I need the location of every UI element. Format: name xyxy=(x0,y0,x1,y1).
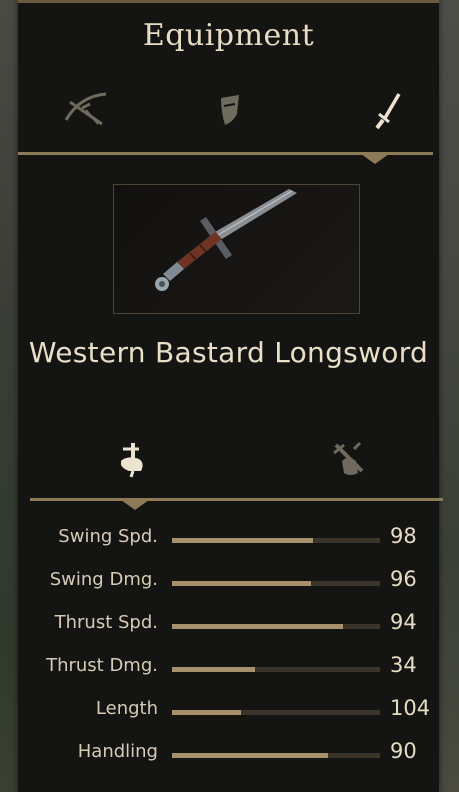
stat-bar-fill xyxy=(172,624,343,629)
stat-bar xyxy=(172,624,380,629)
stat-value: 94 xyxy=(390,610,417,634)
stat-label: Length xyxy=(95,698,158,719)
stat-value: 104 xyxy=(390,696,431,720)
item-name: Western Bastard Longsword xyxy=(28,336,429,369)
stat-label: Thrust Dmg. xyxy=(46,655,158,676)
equipment-panel: Equipment Western Bastard Longsword Swin… xyxy=(18,0,443,792)
stat-row-swing-damage: Swing Dmg. 96 xyxy=(18,561,439,601)
shield-icon xyxy=(221,95,239,125)
stat-bar-fill xyxy=(172,581,312,586)
stat-bar xyxy=(172,581,380,586)
stat-row-swing-speed: Swing Spd. 98 xyxy=(18,518,439,558)
weapon-mode-tabs xyxy=(18,436,439,484)
stat-label: Swing Dmg. xyxy=(49,569,158,590)
mode-underline xyxy=(30,498,443,501)
equipment-category-tabs xyxy=(18,82,439,142)
crossbow-icon xyxy=(64,92,107,126)
item-preview[interactable] xyxy=(113,184,360,314)
stat-row-thrust-speed: Thrust Spd. 94 xyxy=(18,604,439,644)
background-wall-left xyxy=(0,0,18,792)
mode-one-handed[interactable] xyxy=(108,436,158,482)
selected-tab-indicator xyxy=(361,154,389,164)
stat-value: 98 xyxy=(390,524,417,548)
two-handed-mode-icon xyxy=(333,441,364,475)
stat-value: 34 xyxy=(390,653,417,677)
longsword-icon xyxy=(155,189,297,291)
top-border xyxy=(18,0,439,3)
stat-label: Thrust Spd. xyxy=(54,612,158,633)
stat-bar-fill xyxy=(172,667,256,672)
stat-bar-fill xyxy=(172,538,314,543)
stat-label: Handling xyxy=(77,741,158,762)
tab-crossbow[interactable] xyxy=(58,82,118,138)
stat-row-thrust-damage: Thrust Dmg. 34 xyxy=(18,647,439,687)
stat-bar-fill xyxy=(172,753,328,758)
stat-bar-fill xyxy=(172,710,241,715)
stat-bar xyxy=(172,667,380,672)
one-handed-mode-icon xyxy=(121,443,143,478)
selected-mode-indicator xyxy=(121,500,149,510)
panel-title: Equipment xyxy=(142,18,315,53)
stat-bar xyxy=(172,710,380,715)
stat-value: 90 xyxy=(390,739,417,763)
mode-two-handed[interactable] xyxy=(323,436,373,482)
stat-row-length: Length 104 xyxy=(18,690,439,730)
stat-value: 96 xyxy=(390,567,417,591)
background-wall-right xyxy=(439,0,459,792)
sword-icon xyxy=(375,93,401,130)
stat-row-handling: Handling 90 xyxy=(18,733,439,773)
stat-bar xyxy=(172,538,380,543)
tab-shield[interactable] xyxy=(200,82,260,138)
stat-bar xyxy=(172,753,380,758)
tab-sword[interactable] xyxy=(360,82,420,138)
stat-label: Swing Spd. xyxy=(58,526,158,547)
